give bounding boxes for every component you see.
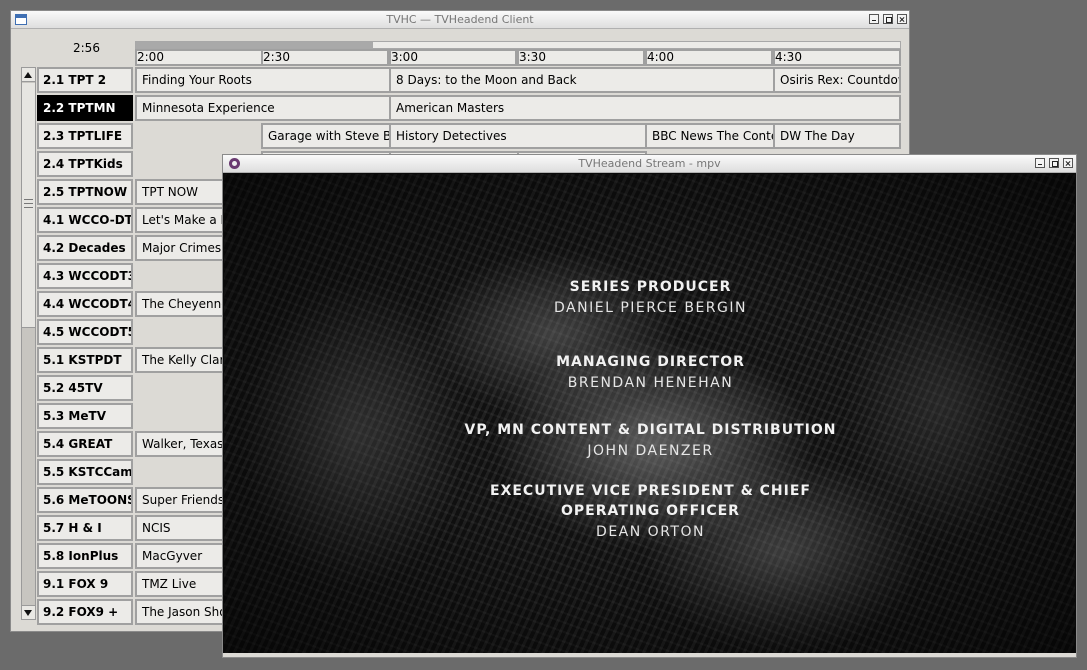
maximize-icon[interactable] bbox=[883, 14, 893, 24]
window-title: TVHeadend Stream - mpv bbox=[578, 157, 721, 170]
channel-item[interactable]: 5.3 MeTV bbox=[37, 403, 133, 429]
channel-item[interactable]: 5.5 KSTCCam bbox=[37, 459, 133, 485]
credit-role: OPERATING OFFICER bbox=[561, 503, 740, 519]
program-cell[interactable]: Minnesota Experience bbox=[135, 95, 391, 121]
program-cell[interactable]: 8 Days: to the Moon and Back bbox=[389, 67, 775, 93]
credit-role: EXECUTIVE VICE PRESIDENT & CHIEF bbox=[490, 483, 811, 499]
mpv-window: TVHeadend Stream - mpv SERIES PRODUCER D… bbox=[222, 154, 1077, 658]
credit-name: JOHN DAENZER bbox=[587, 443, 714, 459]
now-progress-bar bbox=[135, 41, 901, 49]
timeline-slot: 3:30 bbox=[517, 49, 645, 66]
tvhc-titlebar[interactable]: TVHC — TVHeadend Client bbox=[11, 11, 909, 29]
program-cell[interactable]: DW The Day bbox=[773, 123, 901, 149]
minimize-icon[interactable] bbox=[869, 14, 879, 24]
timeline-slot: 4:00 bbox=[645, 49, 773, 66]
mpv-status-strip bbox=[223, 653, 1076, 657]
scroll-up-arrow-icon[interactable] bbox=[22, 68, 35, 82]
channel-item[interactable]: 2.1 TPT 2 bbox=[37, 67, 133, 93]
close-icon[interactable] bbox=[897, 14, 907, 24]
timeline-slot: 2:30 bbox=[261, 49, 389, 66]
program-cell[interactable]: Finding Your Roots bbox=[135, 67, 391, 93]
channel-item[interactable]: 9.2 FOX9 + bbox=[37, 599, 133, 625]
program-cell[interactable]: BBC News The Conte bbox=[645, 123, 775, 149]
channel-item[interactable]: 4.4 WCCODT4 bbox=[37, 291, 133, 317]
channel-item[interactable]: 4.2 Decades bbox=[37, 235, 133, 261]
channel-item[interactable]: 5.7 H & I bbox=[37, 515, 133, 541]
channel-item[interactable]: 4.1 WCCO-DT bbox=[37, 207, 133, 233]
minimize-icon[interactable] bbox=[1035, 158, 1045, 168]
vertical-scrollbar[interactable] bbox=[21, 67, 36, 620]
grip-icon bbox=[24, 199, 33, 208]
credit-role: SERIES PRODUCER bbox=[569, 279, 732, 295]
now-progress-fill bbox=[136, 42, 373, 48]
timeline-slot: 4:30 bbox=[773, 49, 901, 66]
channel-item[interactable]: 5.2 45TV bbox=[37, 375, 133, 401]
channel-item[interactable]: 2.4 TPTKids bbox=[37, 151, 133, 177]
channel-item[interactable]: 2.5 TPTNOW bbox=[37, 179, 133, 205]
credit-name: DANIEL PIERCE BERGIN bbox=[554, 300, 747, 316]
channel-item[interactable]: 4.5 WCCODT5 bbox=[37, 319, 133, 345]
close-icon[interactable] bbox=[1063, 158, 1073, 168]
credit-name: BRENDAN HENEHAN bbox=[567, 375, 734, 391]
channel-item[interactable]: 5.1 KSTPDT bbox=[37, 347, 133, 373]
scroll-down-arrow-icon[interactable] bbox=[22, 605, 35, 619]
channel-item[interactable]: 5.6 MeTOONS bbox=[37, 487, 133, 513]
credit-role: MANAGING DIRECTOR bbox=[556, 354, 745, 370]
current-time: 2:56 bbox=[73, 41, 100, 55]
video-frame[interactable]: SERIES PRODUCER DANIEL PIERCE BERGIN MAN… bbox=[224, 174, 1075, 653]
channel-item[interactable]: 2.2 TPTMN bbox=[37, 95, 133, 121]
window-title: TVHC — TVHeadend Client bbox=[386, 13, 534, 26]
channel-item[interactable]: 5.4 GREAT bbox=[37, 431, 133, 457]
channel-item[interactable]: 9.1 FOX 9 bbox=[37, 571, 133, 597]
credit-role: VP, MN CONTENT & DIGITAL DISTRIBUTION bbox=[464, 422, 837, 438]
program-cell[interactable]: History Detectives bbox=[389, 123, 647, 149]
credit-name: DEAN ORTON bbox=[596, 524, 705, 540]
mpv-titlebar[interactable]: TVHeadend Stream - mpv bbox=[223, 155, 1076, 173]
channel-item[interactable]: 5.8 IonPlus bbox=[37, 543, 133, 569]
program-cell[interactable]: Garage with Steve Bu bbox=[261, 123, 391, 149]
channel-item[interactable]: 4.3 WCCODT3 bbox=[37, 263, 133, 289]
timeline-slot: 2:00 bbox=[135, 49, 263, 66]
program-cell[interactable]: Osiris Rex: Countdow bbox=[773, 67, 901, 93]
scroll-thumb[interactable] bbox=[22, 83, 35, 328]
channel-item[interactable]: 2.3 TPTLIFE bbox=[37, 123, 133, 149]
maximize-icon[interactable] bbox=[1049, 158, 1059, 168]
timeline-slot: 3:00 bbox=[389, 49, 517, 66]
program-cell[interactable]: American Masters bbox=[389, 95, 901, 121]
